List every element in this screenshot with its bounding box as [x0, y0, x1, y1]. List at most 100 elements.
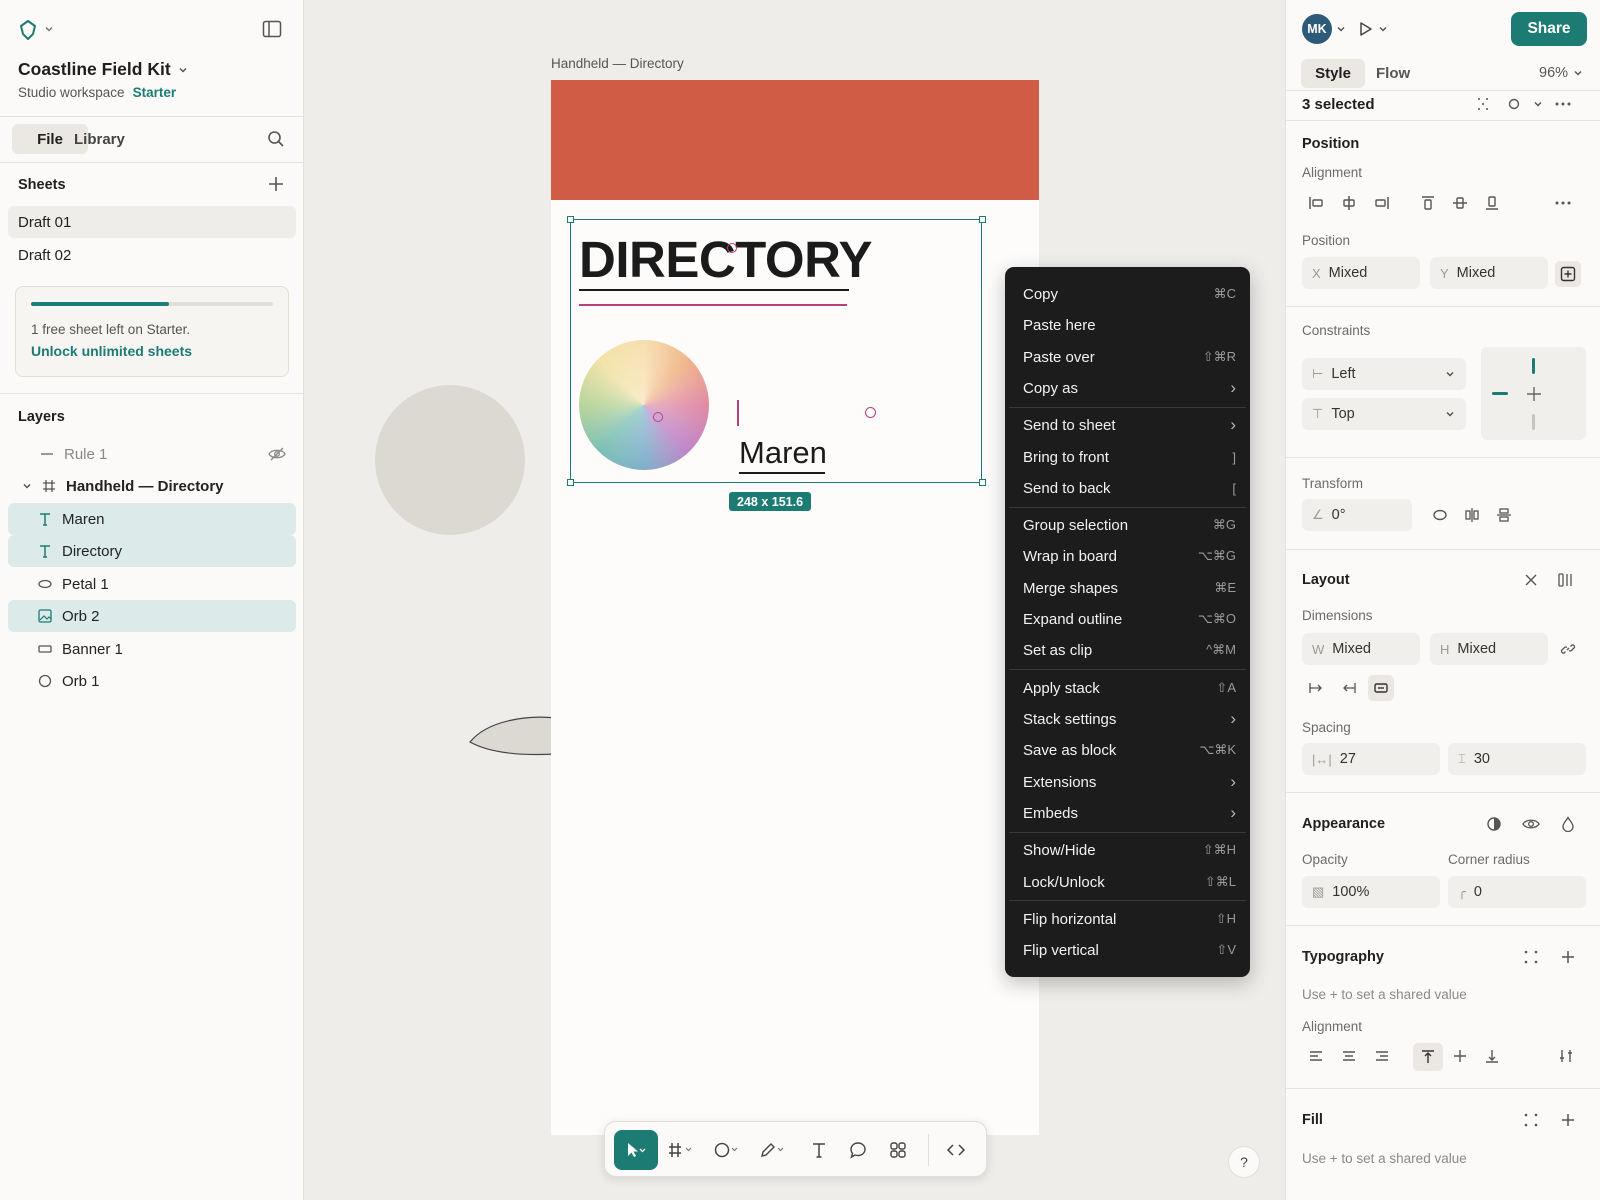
- fill-width-button[interactable]: [1368, 675, 1394, 701]
- layer-rule-1[interactable]: Rule 1: [8, 438, 296, 470]
- rotate-icon[interactable]: [1428, 503, 1452, 527]
- rotation-field[interactable]: ∠ 0°: [1302, 499, 1412, 531]
- selection-box[interactable]: [570, 219, 982, 483]
- tab-library[interactable]: Library: [74, 131, 125, 148]
- tab-flow[interactable]: Flow: [1376, 65, 1410, 82]
- shape-tool-button[interactable]: [711, 1130, 747, 1170]
- width-field[interactable]: W Mixed: [1302, 633, 1420, 665]
- board-label[interactable]: Handheld — Directory: [551, 56, 684, 71]
- zoom-control[interactable]: 96%: [1539, 65, 1584, 81]
- menu-item-copy-as[interactable]: Copy as ›: [1005, 373, 1250, 403]
- constraint-vertical-select[interactable]: ⊤ Top: [1302, 398, 1466, 430]
- align-right-icon[interactable]: [1370, 191, 1394, 215]
- pen-tool-button[interactable]: [757, 1130, 793, 1170]
- text-align-right-icon[interactable]: [1370, 1044, 1394, 1068]
- opacity-field[interactable]: ▧ 100%: [1302, 876, 1440, 908]
- menu-item-paste-over[interactable]: Paste over ⇧⌘R: [1005, 342, 1250, 372]
- petal-1-shape[interactable]: [468, 710, 558, 756]
- hug-width-icon[interactable]: [1337, 676, 1361, 700]
- more-icon[interactable]: [1551, 191, 1575, 215]
- text-align-bottom-icon[interactable]: [1480, 1044, 1504, 1068]
- layer-directory[interactable]: Directory: [8, 535, 296, 567]
- remove-layout-icon[interactable]: [1519, 568, 1543, 592]
- code-view-button[interactable]: [938, 1130, 974, 1170]
- frame-tool-button[interactable]: [665, 1130, 701, 1170]
- align-center-h-icon[interactable]: [1337, 191, 1361, 215]
- chevron-down-icon[interactable]: [1526, 92, 1550, 116]
- text-align-top-button[interactable]: [1413, 1043, 1443, 1071]
- menu-item-flip-vertical[interactable]: Flip vertical ⇧V: [1005, 935, 1250, 965]
- x-field[interactable]: X Mixed: [1302, 257, 1420, 289]
- styles-icon[interactable]: [1519, 1108, 1543, 1132]
- absolute-position-button[interactable]: [1555, 261, 1581, 287]
- corner-radius-field[interactable]: ╭ 0: [1448, 876, 1586, 908]
- sidebar-toggle-icon[interactable]: [262, 20, 282, 38]
- menu-item-lock-unlock[interactable]: Lock/Unlock ⇧⌘L: [1005, 867, 1250, 897]
- layer-orb-1[interactable]: Orb 1: [8, 665, 296, 697]
- spacing-horizontal-field[interactable]: |↔| 27: [1302, 743, 1440, 775]
- menu-item-show-hide[interactable]: Show/Hide ⇧⌘H: [1005, 835, 1250, 865]
- constraint-widget[interactable]: [1481, 347, 1586, 440]
- flip-vertical-icon[interactable]: [1492, 503, 1516, 527]
- layer-maren[interactable]: Maren: [8, 503, 296, 535]
- select-tool-button[interactable]: [614, 1130, 658, 1170]
- component-icon[interactable]: [1502, 92, 1526, 116]
- align-middle-v-icon[interactable]: [1448, 191, 1472, 215]
- search-icon[interactable]: [267, 130, 285, 148]
- fixed-width-icon[interactable]: [1304, 676, 1328, 700]
- y-field[interactable]: Y Mixed: [1430, 257, 1548, 289]
- height-field[interactable]: H Mixed: [1430, 633, 1548, 665]
- resize-handle-br[interactable]: [979, 479, 986, 486]
- chevron-down-icon[interactable]: [1335, 23, 1347, 35]
- menu-item-merge-shapes[interactable]: Merge shapes ⌘E: [1005, 573, 1250, 603]
- menu-item-expand-outline[interactable]: Expand outline ⌥⌘O: [1005, 604, 1250, 634]
- menu-item-bring-to-front[interactable]: Bring to front]: [1005, 442, 1250, 472]
- menu-item-group-selection[interactable]: Group selection ⌘G: [1005, 510, 1250, 540]
- resize-handle-tl[interactable]: [567, 216, 574, 223]
- menu-item-extensions[interactable]: Extensions ›: [1005, 767, 1250, 797]
- constraint-bottom-bar[interactable]: [1532, 414, 1535, 430]
- align-top-icon[interactable]: [1416, 191, 1440, 215]
- styles-icon[interactable]: [1519, 945, 1543, 969]
- anchor-point[interactable]: [653, 412, 663, 422]
- spacing-vertical-field[interactable]: ⌶ 30: [1448, 743, 1586, 775]
- resize-handle-bl[interactable]: [567, 479, 574, 486]
- play-icon[interactable]: [1358, 21, 1374, 37]
- layer-petal-1[interactable]: Petal 1: [8, 568, 296, 600]
- select-matching-icon[interactable]: [1471, 92, 1495, 116]
- layer-board[interactable]: Handheld — Directory: [8, 470, 296, 502]
- share-button[interactable]: Share: [1511, 12, 1587, 46]
- eye-off-icon[interactable]: [268, 446, 286, 462]
- anchor-point[interactable]: [727, 243, 737, 253]
- columns-icon[interactable]: [1553, 568, 1577, 592]
- text-align-center-icon[interactable]: [1337, 1044, 1361, 1068]
- orb-1-shape[interactable]: [375, 385, 525, 535]
- constraint-left-bar[interactable]: [1492, 392, 1508, 395]
- menu-item-flip-horizontal[interactable]: Flip horizontal ⇧H: [1005, 904, 1250, 934]
- layer-banner-1[interactable]: Banner 1: [8, 633, 296, 665]
- text-align-left-icon[interactable]: [1304, 1044, 1328, 1068]
- comment-tool-button[interactable]: [843, 1130, 873, 1170]
- text-tool-button[interactable]: [804, 1130, 834, 1170]
- menu-item-set-as-clip[interactable]: Set as clip ^⌘M: [1005, 635, 1250, 665]
- sheet-item-draft-02[interactable]: Draft 02: [8, 239, 296, 271]
- project-title[interactable]: Coastline Field Kit: [18, 59, 189, 80]
- flip-horizontal-icon[interactable]: [1460, 503, 1484, 527]
- text-align-middle-icon[interactable]: [1448, 1044, 1472, 1068]
- menu-item-send-to-back[interactable]: Send to back [: [1005, 473, 1250, 503]
- menu-item-send-to-sheet[interactable]: Send to sheet ›: [1005, 410, 1250, 440]
- app-logo-icon[interactable]: [16, 18, 40, 42]
- eye-icon[interactable]: [1519, 812, 1543, 836]
- layer-orb-2[interactable]: Orb 2: [8, 600, 296, 632]
- plan-badge[interactable]: Starter: [133, 85, 177, 100]
- sheet-item-draft-01[interactable]: Draft 01: [8, 206, 296, 238]
- align-left-icon[interactable]: [1304, 191, 1328, 215]
- menu-item-wrap-in-board[interactable]: Wrap in board ⌥⌘G: [1005, 541, 1250, 571]
- add-sheet-icon[interactable]: [268, 176, 284, 192]
- tab-style[interactable]: Style: [1301, 59, 1365, 88]
- drop-icon[interactable]: [1556, 812, 1580, 836]
- menu-item-embeds[interactable]: Embeds ›: [1005, 798, 1250, 828]
- menu-item-stack-settings[interactable]: Stack settings ›: [1005, 704, 1250, 734]
- chevron-down-icon[interactable]: [1377, 23, 1389, 35]
- menu-item-copy[interactable]: Copy ⌘C: [1005, 279, 1250, 309]
